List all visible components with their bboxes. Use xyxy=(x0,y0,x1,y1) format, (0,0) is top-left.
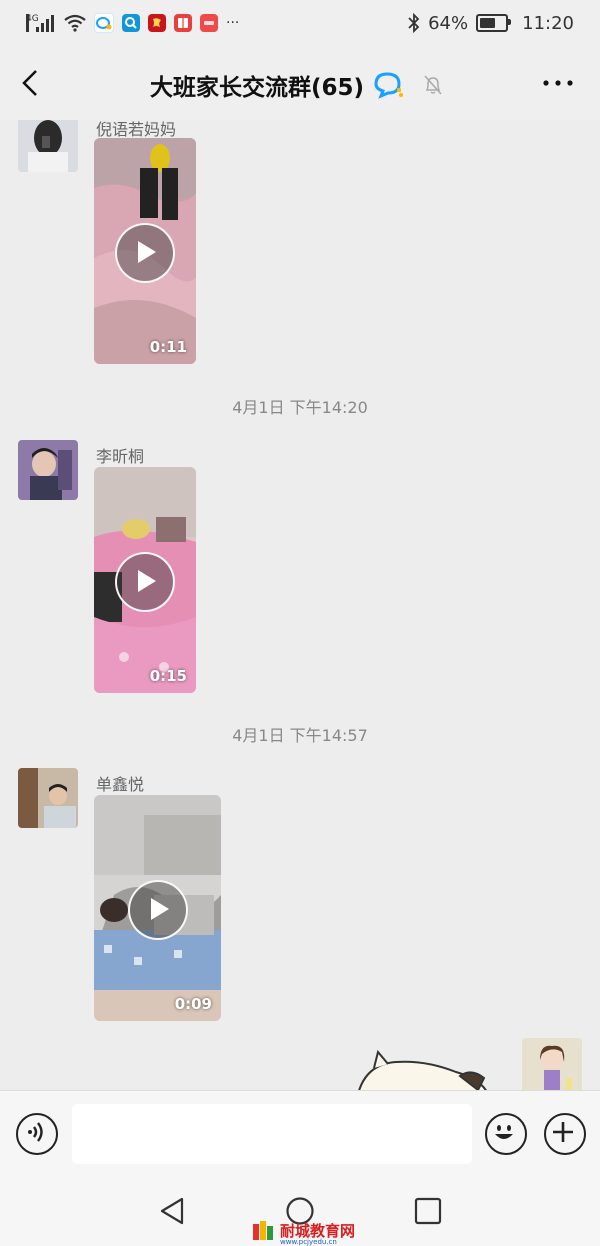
play-icon[interactable] xyxy=(115,552,175,612)
search-app-icon xyxy=(122,14,140,32)
message-list[interactable]: 倪语若妈妈 0:11 4月1日 下午14:20 李昕桐 0:15 4月1日 下午… xyxy=(0,120,600,1090)
qq-icon xyxy=(94,13,114,33)
watermark-url: www.pcjyedu.cn xyxy=(280,1238,337,1246)
video-duration: 0:09 xyxy=(174,995,212,1013)
avatar[interactable] xyxy=(18,768,78,828)
cat-sticker-icon xyxy=(358,1049,487,1090)
sticker-message[interactable] xyxy=(356,1044,496,1090)
watermark: 耐城教育网 www.pcjyedu.cn xyxy=(252,1218,355,1246)
app-red-icon xyxy=(148,14,166,32)
emoji-icon xyxy=(494,1124,513,1139)
signal-icon: 4G xyxy=(26,12,56,34)
page-title[interactable]: 大班家长交流群(65) xyxy=(150,68,364,102)
voice-icon xyxy=(27,1121,43,1142)
video-duration: 0:11 xyxy=(149,338,187,356)
status-right: 64% 11:20 xyxy=(408,10,574,36)
book-app-icon xyxy=(174,14,192,32)
wifi-icon xyxy=(64,14,86,32)
avatar[interactable] xyxy=(18,120,78,172)
nav-recent-icon[interactable] xyxy=(414,1197,442,1225)
emoji-button[interactable] xyxy=(485,1113,527,1155)
network-label: 4G xyxy=(26,14,39,32)
watermark-logo-icon xyxy=(253,1221,273,1240)
nav-back-icon[interactable] xyxy=(158,1196,186,1226)
title-group: 大班家长交流群(65) xyxy=(150,68,444,102)
play-icon[interactable] xyxy=(128,880,188,940)
chat-header: 大班家长交流群(65) xyxy=(0,46,600,120)
add-icon xyxy=(552,1121,573,1142)
sender-name: 单鑫悦 xyxy=(96,775,145,794)
huawei-app-icon xyxy=(200,14,218,32)
battery-level xyxy=(480,18,496,28)
avatar[interactable] xyxy=(18,440,78,500)
video-message[interactable]: 0:15 xyxy=(94,467,196,693)
sender-name: 倪语若妈妈 xyxy=(96,120,177,139)
clock: 11:20 xyxy=(522,12,574,34)
sender-name: 李昕桐 xyxy=(96,447,145,466)
message-input[interactable] xyxy=(72,1104,472,1164)
battery-icon xyxy=(476,14,512,32)
add-button[interactable] xyxy=(544,1113,586,1155)
back-button[interactable] xyxy=(18,68,46,98)
input-bar xyxy=(0,1090,600,1175)
status-left: 4G ··· xyxy=(26,10,239,36)
video-duration: 0:15 xyxy=(149,667,187,685)
video-message[interactable]: 0:11 xyxy=(94,138,196,364)
message-timestamp: 4月1日 下午14:20 xyxy=(232,398,368,417)
message-timestamp: 4月1日 下午14:57 xyxy=(232,726,368,745)
bluetooth-icon xyxy=(408,13,420,33)
my-avatar[interactable] xyxy=(522,1038,582,1090)
video-message[interactable]: 0:09 xyxy=(94,795,221,1021)
status-bar: 4G ··· 64% 11:20 xyxy=(0,0,600,46)
battery-percent: 64% xyxy=(428,12,469,34)
more-button[interactable] xyxy=(538,70,578,96)
play-icon[interactable] xyxy=(115,223,175,283)
bell-off-icon xyxy=(424,75,442,95)
chevron-left-icon xyxy=(22,70,37,96)
more-notifications: ··· xyxy=(226,15,240,31)
more-dots-icon xyxy=(543,80,573,86)
qq-group-icon[interactable] xyxy=(372,70,406,100)
voice-button[interactable] xyxy=(16,1113,58,1155)
